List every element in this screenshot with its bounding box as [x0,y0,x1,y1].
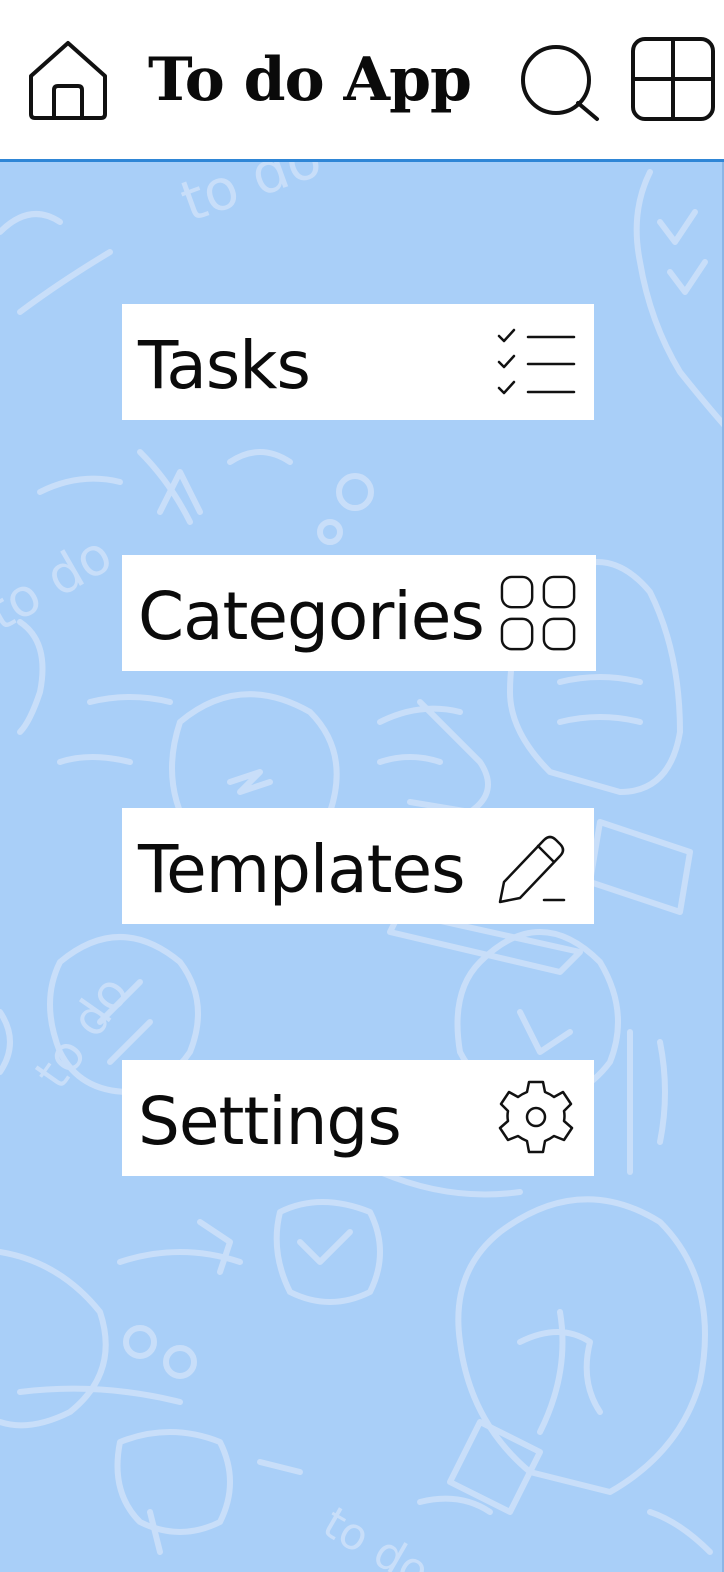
checklist-icon [497,328,576,395]
svg-text:to do: to do [0,525,122,644]
svg-text:to do: to do [315,1497,438,1572]
gear-icon [498,1080,574,1154]
pencil-icon [498,835,566,904]
menu-item-categories[interactable]: Categories [122,555,596,671]
menu-item-label: Templates [138,831,466,908]
search-icon [521,45,599,121]
menu-item-label: Tasks [138,327,311,404]
app-title: To do App [148,45,472,115]
main-menu-area: to do to do to do to do Tasks Categories… [0,162,724,1572]
categories-icon [500,575,576,651]
menu-item-tasks[interactable]: Tasks [122,304,594,420]
search-button[interactable] [518,44,602,122]
menu-item-label: Categories [138,578,485,655]
home-button[interactable] [26,38,110,122]
app-window: To do App to do to do to do to do Tasks … [0,0,724,1572]
grid-icon [631,37,715,121]
app-header: To do App [0,0,724,162]
grid-menu-button[interactable] [630,36,716,122]
svg-text:to do: to do [173,162,330,235]
menu-item-label: Settings [138,1083,402,1160]
menu-item-settings[interactable]: Settings [122,1060,594,1176]
menu-item-templates[interactable]: Templates [122,808,594,924]
home-icon [29,41,107,120]
